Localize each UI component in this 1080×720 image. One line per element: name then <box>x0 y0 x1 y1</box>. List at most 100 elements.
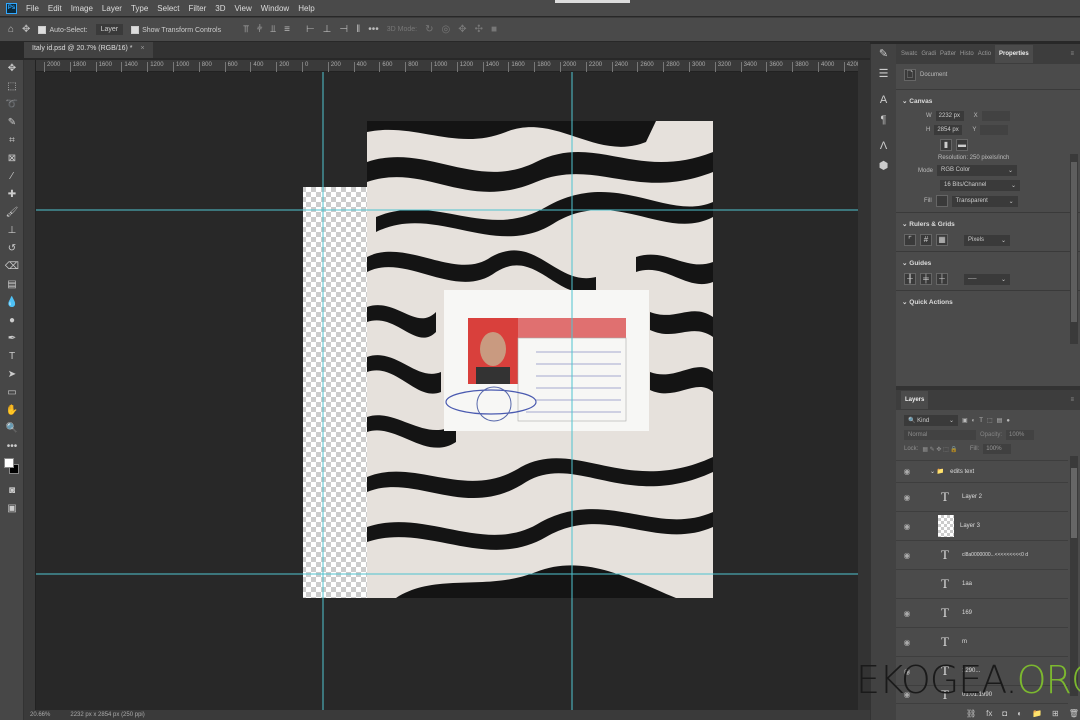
x-field[interactable] <box>981 111 1010 121</box>
units-dropdown[interactable]: Pixels ⌄ <box>964 234 1010 246</box>
portrait-icon[interactable]: ▮ <box>940 139 952 151</box>
layers-menu-icon[interactable]: ≡ <box>1070 397 1074 403</box>
tab-swatches[interactable]: Swatc <box>901 51 917 57</box>
brush-settings-icon[interactable]: ✎ <box>871 44 896 64</box>
3d-pan-icon[interactable]: ✥ <box>458 24 466 35</box>
tab-gradients[interactable]: Gradi <box>921 51 936 57</box>
align-left-icon[interactable]: ⊢ <box>306 24 315 35</box>
show-transform-checkbox[interactable]: Show Transform Controls <box>131 25 221 34</box>
zoom-level[interactable]: 20.66% <box>30 712 50 718</box>
menu-help[interactable]: Help <box>298 4 314 13</box>
home-icon[interactable]: ⌂ <box>8 24 14 35</box>
ruler-toggle-icon[interactable]: ⌜ <box>904 234 916 246</box>
delete-layer-icon[interactable]: 🗑 <box>1069 709 1079 718</box>
visibility-eye-icon[interactable]: ◉ <box>896 551 918 560</box>
rulers-grids-header[interactable]: ⌄ Rulers & Grids <box>896 216 1080 232</box>
y-field[interactable] <box>980 125 1009 135</box>
distribute-icon[interactable]: ≡ <box>284 24 290 35</box>
document-info[interactable]: 2232 px x 2854 px (250 ppi) <box>70 712 144 718</box>
3d-slide-icon[interactable]: ✣ <box>475 24 483 35</box>
menu-3d[interactable]: 3D <box>215 4 225 13</box>
rectangle-tool-icon[interactable]: ▭ <box>0 384 24 402</box>
eyedropper-tool-icon[interactable]: ⁄ <box>0 168 24 186</box>
distribute-h-icon[interactable]: ‖ <box>356 24 360 35</box>
move-tool-icon[interactable]: ✥ <box>0 60 24 78</box>
height-field[interactable]: 2854 px <box>934 125 963 135</box>
healing-tool-icon[interactable]: ✚ <box>0 186 24 204</box>
quick-select-tool-icon[interactable]: ✎ <box>0 114 24 132</box>
menu-select[interactable]: Select <box>157 4 179 13</box>
layer-item[interactable]: ◉ T 169 <box>896 599 1068 628</box>
canvas-vertical-scrollbar[interactable] <box>858 60 870 710</box>
zoom-tool-icon[interactable]: 🔍 <box>0 420 24 438</box>
layer-filter-dropdown[interactable]: 🔍 Kind ⌄ <box>904 415 958 426</box>
crop-tool-icon[interactable]: ⌗ <box>0 132 24 150</box>
filter-smart-icon[interactable]: ▤ <box>997 417 1003 424</box>
stamp-tool-icon[interactable]: ⊥ <box>0 222 24 240</box>
character-icon[interactable]: A <box>871 90 896 110</box>
auto-select-target-dropdown[interactable]: Layer <box>95 24 124 35</box>
fill-dropdown[interactable]: Transparent ⌄ <box>951 195 1018 207</box>
menu-image[interactable]: Image <box>71 4 93 13</box>
visibility-eye-icon[interactable]: ◉ <box>896 522 918 531</box>
new-layer-icon[interactable]: ⊞ <box>1052 709 1059 718</box>
layer-item[interactable]: ◉ T Layer 2 <box>896 483 1068 512</box>
lock-icons[interactable]: ▦ ✎ ✥ ⬚ 🔒 <box>922 446 958 453</box>
width-field[interactable]: 2232 px <box>935 111 964 121</box>
history-brush-icon[interactable]: ↺ <box>0 240 24 258</box>
more-options-icon[interactable]: ••• <box>368 24 379 35</box>
marquee-tool-icon[interactable]: ⬚ <box>0 78 24 96</box>
3d-rotate-icon[interactable]: ↻ <box>425 24 433 35</box>
lasso-tool-icon[interactable]: ➰ <box>0 96 24 114</box>
filter-type-icon[interactable]: T <box>979 418 983 424</box>
blur-tool-icon[interactable]: 💧 <box>0 294 24 312</box>
filter-adjust-icon[interactable]: ◐ <box>972 418 976 424</box>
mode-dropdown[interactable]: RGB Color ⌄ <box>937 165 1018 176</box>
properties-scrollbar[interactable] <box>1070 154 1078 344</box>
visibility-eye-icon[interactable]: ◉ <box>896 638 918 647</box>
new-group-icon[interactable]: 📁 <box>1032 709 1042 718</box>
screen-mode-icon[interactable]: ▣ <box>0 500 24 518</box>
link-layers-icon[interactable]: ⛓ <box>966 709 976 718</box>
filter-pixel-icon[interactable]: ▣ <box>962 417 968 424</box>
glyphs-icon[interactable]: Ʌ <box>871 136 896 156</box>
layer-item[interactable]: ◉ Layer 3 <box>896 512 1068 541</box>
gradient-tool-icon[interactable]: ▤ <box>0 276 24 294</box>
layer-group-edits-text[interactable]: ◉ ⌄ 📁 edits text <box>896 461 1068 483</box>
vertical-ruler[interactable] <box>24 60 36 710</box>
guide-layout-icon[interactable]: ┼ <box>936 273 948 285</box>
layer-item[interactable]: ◉ Tcl8a0000000...<<<<<<<<<0 d <box>896 541 1068 570</box>
move-tool-icon[interactable]: ✥ <box>22 24 30 35</box>
3d-roll-icon[interactable]: ◎ <box>442 24 451 35</box>
quick-mask-icon[interactable]: ◙ <box>0 482 24 500</box>
layer-fill-field[interactable]: 100% <box>983 444 1012 454</box>
menu-edit[interactable]: Edit <box>48 4 62 13</box>
hand-tool-icon[interactable]: ✋ <box>0 402 24 420</box>
horizontal-ruler[interactable]: 2000 1800 1600 1400 1200 1000 800 600 400 200 0 200… <box>36 60 860 72</box>
tab-layers[interactable]: Layers <box>901 391 929 409</box>
menu-layer[interactable]: Layer <box>102 4 122 13</box>
canvas-section-header[interactable]: ⌄ Canvas <box>896 93 1080 109</box>
align-right-icon[interactable]: ⊣ <box>339 24 348 35</box>
align-bottom-icon[interactable]: ⫫ <box>270 24 276 35</box>
filter-shape-icon[interactable]: ⬚ <box>987 417 993 424</box>
align-hcenter-icon[interactable]: ⊥ <box>323 24 332 35</box>
guide-toggle-icon[interactable]: ╫ <box>904 273 916 285</box>
tab-properties[interactable]: Properties <box>995 45 1033 63</box>
tab-patterns[interactable]: Patter <box>940 51 956 57</box>
adjustments-icon[interactable]: ☰ <box>871 64 896 84</box>
landscape-icon[interactable]: ▬ <box>956 139 968 151</box>
guide-style-dropdown[interactable]: ── ⌄ <box>964 273 1010 285</box>
fx-icon[interactable]: fx <box>986 709 992 718</box>
pen-tool-icon[interactable]: ✒ <box>0 330 24 348</box>
brush-tool-icon[interactable]: 🖌 <box>0 204 24 222</box>
canvas-area[interactable] <box>36 72 858 710</box>
visibility-eye-icon[interactable]: ◉ <box>896 467 918 476</box>
type-tool-icon[interactable]: T <box>0 348 24 366</box>
filter-toggle-icon[interactable]: ● <box>1006 418 1010 424</box>
menu-file[interactable]: File <box>26 4 39 13</box>
menu-window[interactable]: Window <box>261 4 289 13</box>
paragraph-icon[interactable]: ¶ <box>871 110 896 130</box>
tab-history[interactable]: Histo <box>960 51 974 57</box>
visibility-eye-off-icon[interactable]: ◉ <box>896 580 918 589</box>
